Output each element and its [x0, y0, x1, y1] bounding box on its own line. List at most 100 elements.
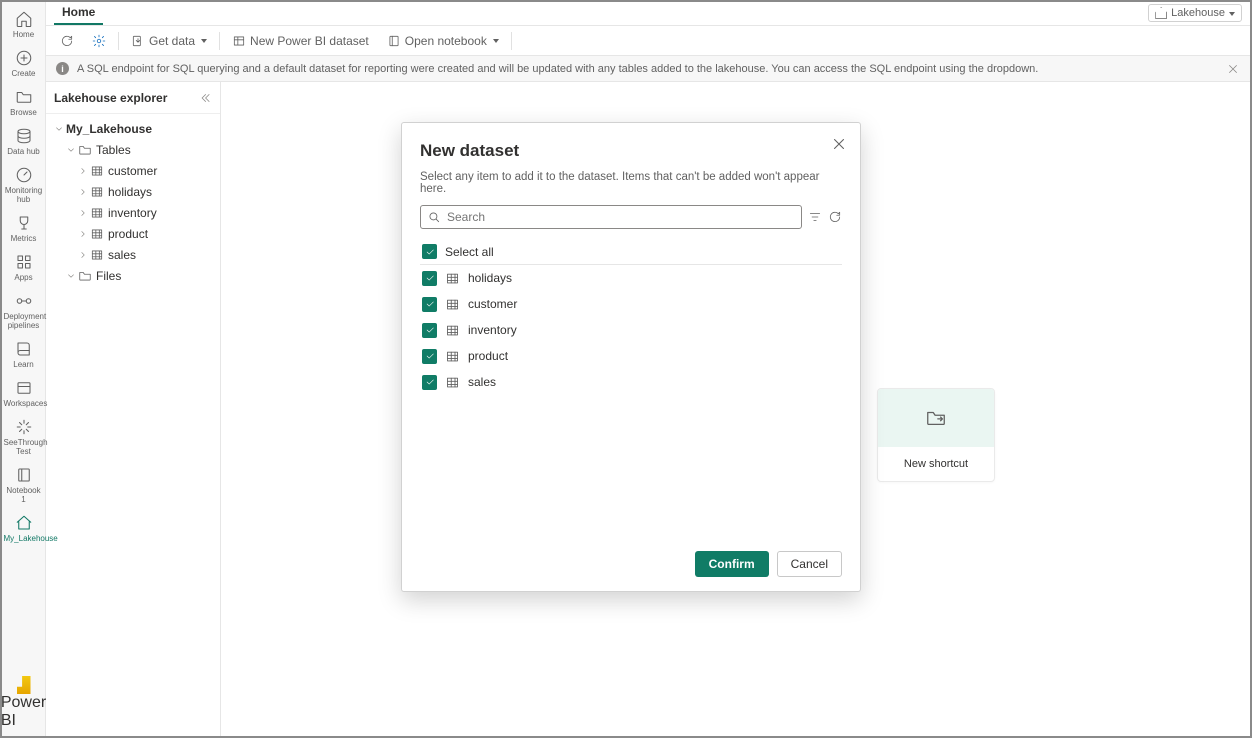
table-icon	[445, 323, 460, 338]
canvas: New shortcut New dataset Select any item…	[221, 82, 1250, 736]
new-shortcut-card[interactable]: New shortcut	[877, 388, 995, 482]
rail-seethrough[interactable]: SeeThrough Test	[2, 414, 46, 462]
dialog-subtitle: Select any item to add it to the dataset…	[420, 171, 842, 195]
tree-files-label: Files	[96, 269, 121, 283]
left-nav-rail: Home Create Browse Data hub Monitoring h…	[2, 2, 46, 736]
rail-apps[interactable]: Apps	[2, 249, 46, 288]
tree-table-item[interactable]: product	[46, 223, 220, 244]
gear-icon	[92, 34, 106, 48]
folder-icon	[15, 88, 33, 106]
tree-tables[interactable]: Tables	[46, 139, 220, 160]
new-dataset-label: New Power BI dataset	[250, 34, 369, 48]
list-item[interactable]: holidays	[420, 265, 842, 291]
checkbox-checked[interactable]	[422, 323, 437, 338]
collapse-button[interactable]	[198, 91, 212, 105]
explorer-title: Lakehouse explorer	[54, 91, 167, 105]
dialog-title: New dataset	[420, 141, 842, 161]
tree-table-label: sales	[108, 248, 136, 262]
chevron-right-icon	[76, 208, 90, 218]
chevron-right-icon	[76, 166, 90, 176]
rail-data-hub[interactable]: Data hub	[2, 123, 46, 162]
list-item[interactable]: customer	[420, 291, 842, 317]
tree-root-label: My_Lakehouse	[66, 122, 152, 136]
table-icon	[90, 164, 104, 178]
cancel-button[interactable]: Cancel	[777, 551, 842, 577]
new-dataset-button[interactable]: New Power BI dataset	[226, 32, 375, 50]
tab-home[interactable]: Home	[54, 5, 103, 25]
info-icon: i	[56, 62, 69, 75]
dataset-item-list: Select all holidays customer	[420, 239, 842, 541]
select-all-row[interactable]: Select all	[420, 239, 842, 265]
rail-label: Create	[11, 69, 35, 78]
folder-icon	[78, 143, 92, 157]
rail-browse[interactable]: Browse	[2, 84, 46, 123]
apps-icon	[15, 253, 33, 271]
card-label: New shortcut	[878, 447, 994, 481]
rail-metrics[interactable]: Metrics	[2, 210, 46, 249]
tree-table-label: product	[108, 227, 148, 241]
tree-table-item[interactable]: sales	[46, 244, 220, 265]
chevron-down-icon	[493, 39, 499, 43]
search-input[interactable]	[447, 210, 795, 224]
rail-workspaces[interactable]: Workspaces	[2, 375, 46, 414]
tree-table-item[interactable]: holidays	[46, 181, 220, 202]
table-icon	[90, 227, 104, 241]
dialog-close-button[interactable]	[830, 135, 848, 153]
search-box[interactable]	[420, 205, 802, 229]
tree-table-item[interactable]: inventory	[46, 202, 220, 223]
rail-mylakehouse[interactable]: My_Lakehouse	[2, 510, 46, 549]
rail-deployment[interactable]: Deployment pipelines	[2, 288, 46, 336]
rail-label: Data hub	[7, 147, 39, 156]
rail-label: Deployment pipelines	[4, 312, 44, 330]
dataset-icon	[232, 34, 246, 48]
rail-powerbi[interactable]: Power BI	[2, 676, 46, 736]
view-mode-label: Lakehouse	[1171, 7, 1225, 19]
notebook-icon	[387, 34, 401, 48]
select-all-label: Select all	[445, 245, 494, 259]
checkbox-checked[interactable]	[422, 271, 437, 286]
item-label: holidays	[468, 271, 512, 285]
checkbox-checked[interactable]	[422, 375, 437, 390]
list-item[interactable]: sales	[420, 369, 842, 395]
rail-label: Notebook 1	[4, 486, 44, 504]
checkbox-checked[interactable]	[422, 297, 437, 312]
rail-home[interactable]: Home	[2, 6, 46, 45]
tree-files[interactable]: Files	[46, 265, 220, 286]
toolbar: Get data New Power BI dataset Open noteb…	[46, 26, 1250, 56]
tree-table-label: holidays	[108, 185, 152, 199]
get-data-button[interactable]: Get data	[125, 32, 213, 50]
tree-root[interactable]: My_Lakehouse	[46, 118, 220, 139]
tree-table-item[interactable]: customer	[46, 160, 220, 181]
folder-shortcut-icon	[925, 407, 947, 429]
list-item[interactable]: product	[420, 343, 842, 369]
rail-label: Home	[13, 30, 34, 39]
rail-learn[interactable]: Learn	[2, 336, 46, 375]
table-icon	[90, 206, 104, 220]
item-label: customer	[468, 297, 517, 311]
item-label: sales	[468, 375, 496, 389]
checkbox-checked[interactable]	[422, 349, 437, 364]
workspace-icon	[15, 379, 33, 397]
table-icon	[90, 185, 104, 199]
rail-label: Browse	[10, 108, 37, 117]
filter-button[interactable]	[808, 210, 822, 224]
confirm-button[interactable]: Confirm	[695, 551, 769, 577]
rail-monitoring[interactable]: Monitoring hub	[2, 162, 46, 210]
sparkle-icon	[15, 418, 33, 436]
settings-button[interactable]	[86, 32, 112, 50]
refresh-icon	[60, 34, 74, 48]
refresh-button[interactable]	[54, 32, 80, 50]
refresh-button[interactable]	[828, 210, 842, 224]
rail-notebook[interactable]: Notebook 1	[2, 462, 46, 510]
lakehouse-icon	[15, 514, 33, 532]
view-mode-dropdown[interactable]: Lakehouse	[1148, 4, 1242, 22]
chevron-down-icon	[64, 145, 78, 155]
checkbox-checked[interactable]	[422, 244, 437, 259]
rail-create[interactable]: Create	[2, 45, 46, 84]
rail-label: My_Lakehouse	[4, 534, 44, 543]
lakehouse-icon	[1155, 7, 1167, 19]
list-item[interactable]: inventory	[420, 317, 842, 343]
open-notebook-button[interactable]: Open notebook	[381, 32, 505, 50]
rail-label: Workspaces	[4, 399, 44, 408]
banner-close-button[interactable]	[1226, 62, 1240, 76]
